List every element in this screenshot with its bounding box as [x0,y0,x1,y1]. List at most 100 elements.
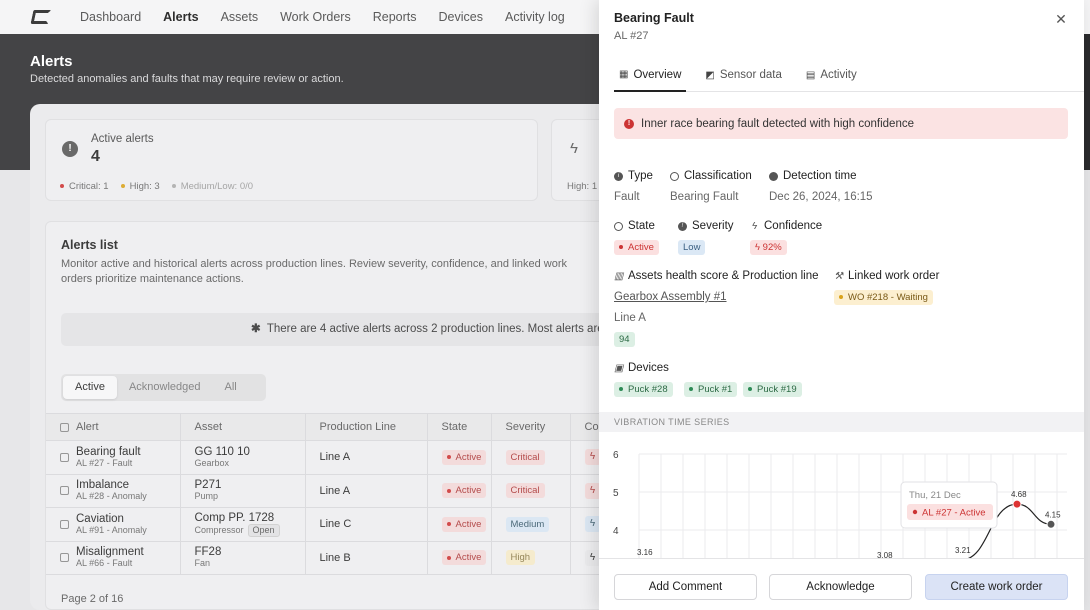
drawer-subtitle: AL #27 [614,30,649,42]
state-label: State [614,220,655,232]
nav-devices[interactable]: Devices [439,10,483,24]
pagination[interactable]: Page 2 of 16 [61,593,123,605]
col-production-line[interactable]: Production Line [304,413,427,441]
nav-alerts[interactable]: Alerts [163,10,198,24]
row-checkbox[interactable] [60,553,69,563]
classification-value: Bearing Fault [670,191,739,203]
classification-label: Classification [670,170,752,182]
filter-all[interactable]: All [213,376,249,399]
drawer-footer: Add Comment Acknowledge Create work orde… [599,558,1084,610]
type-label: i Type [614,170,653,182]
tooltip-alert: AL #27 - Active [922,508,986,519]
tooltip-dot [912,509,918,515]
device-chip[interactable]: Puck #28 [614,382,673,397]
alerts-table: Alert Asset Production Line State Severi… [46,413,604,575]
state-badge: Active [441,449,487,465]
drawer-title: Bearing Fault [614,11,694,25]
type-value: Fault [614,191,640,203]
page-title: Alerts [30,53,73,70]
data-label: 4.15 [1045,510,1061,519]
data-label: 3.16 [637,548,653,557]
asset-link[interactable]: Gearbox Assembly #1 [614,291,727,303]
health-line: Line A [614,312,646,324]
alert-icon: ! [678,221,687,231]
table-row[interactable]: Caviation AL #91 - Anomaly Comp PP. 1728 C… [46,507,604,542]
state-badge: Active [441,516,487,532]
device-chip[interactable]: Puck #19 [743,382,802,397]
alert-icon: ! [624,118,634,129]
bar-chart-icon: ▥ [614,270,624,282]
data-point [1046,519,1056,529]
confidence-badge: ϟ 92% [750,240,787,255]
state-badge: Active [441,483,487,499]
data-label: 3.21 [955,546,971,555]
data-label: 4.68 [1011,490,1027,499]
chart-section-title: VIBRATION TIME SERIES [599,412,1084,432]
y-tick-label: 5 [613,488,619,499]
list-icon: ▤ [805,69,816,81]
table-row[interactable]: Misalignment AL #66 - Fault FF28 Fan Line … [46,541,604,575]
acknowledge-button[interactable]: Acknowledge [769,574,912,600]
health-label: ▥ Assets health score & Production line [614,270,819,282]
severity-badge: Critical [505,483,545,499]
severity-badge: Critical [505,449,545,465]
data-point [1012,499,1022,509]
health-score-badge: 94 [614,332,635,347]
severity-badge: Medium [505,516,550,532]
severity-label: ! Severity [678,220,734,232]
nav-dashboard[interactable]: Dashboard [80,10,141,24]
alerts-list-description: Monitor active and historical alerts acr… [61,258,568,285]
alert-detail-drawer: Bearing Fault AL #27 ✕ ▦ Overview ◩ Sensor… [599,0,1084,610]
alert-icon: ! [62,141,78,157]
add-comment-button[interactable]: Add Comment [614,574,757,600]
chart-icon: ◩ [705,69,715,81]
active-alerts-card: ! Active alerts 4 Critical: 1 High: 3 Me… [45,119,538,201]
table-row[interactable]: Imbalance AL #28 - Anomaly P271 Pump Line … [46,474,604,508]
col-asset[interactable]: Asset [179,413,305,441]
tab-overview[interactable]: ▦ Overview [614,59,687,92]
col-severity[interactable]: Severity [490,413,570,441]
stat-breakdown: Critical: 1 High: 3 Medium/Low: 0/0 [60,181,253,192]
close-icon[interactable]: ✕ [1053,11,1069,27]
grid-icon: ▦ [619,69,629,80]
row-checkbox[interactable] [60,519,69,529]
tab-activity[interactable]: ▤ Activity [801,59,862,91]
vibration-chart-svg: 4 5 6 3.16 3.08 3.21 4.68 4.15 Thu, 21 Dec AL #27… [613,450,1067,558]
bolt-icon: ϟ [570,140,578,157]
summary-banner: ✱ There are 4 active alerts across 2 pro… [61,313,604,346]
nav-work-orders[interactable]: Work Orders [280,10,351,24]
bolt-icon: ϟ [751,220,758,232]
col-alert[interactable]: Alert [46,413,180,441]
col-state[interactable]: State [426,413,491,441]
nav-assets[interactable]: Assets [221,10,259,24]
create-work-order-button[interactable]: Create work order [925,574,1068,600]
tab-sensor-data[interactable]: ◩ Sensor data [700,59,786,91]
table-row[interactable]: Bearing fault AL #27 - Fault GG 110 10 Gea… [46,440,604,475]
device-chip[interactable]: Puck #1 [684,382,738,397]
tooltip-date: Thu, 21 Dec [909,490,961,501]
filter-active[interactable]: Active [63,376,117,399]
open-button[interactable]: Open [247,523,280,537]
alerts-list-title: Alerts list [61,238,118,252]
vibration-chart: 4 5 6 3.16 3.08 3.21 4.68 4.15 Thu, 21 Dec AL #27… [599,432,1084,558]
work-order-badge[interactable]: WO #218 - Waiting [834,290,933,305]
filter-acknowledged[interactable]: Acknowledged [117,376,213,399]
state-badge: Active [441,550,487,566]
info-icon: i [614,171,623,181]
detection-time-value: Dec 26, 2024, 16:15 [769,191,873,203]
confidence-label: ϟ Confidence [751,220,823,232]
severity-badge: High [505,550,536,566]
select-all-checkbox[interactable] [60,422,69,432]
nav-reports[interactable]: Reports [373,10,417,24]
state-badge: Active [614,240,659,255]
device-icon: ▣ [614,362,624,374]
work-order-label: ⚒ Linked work order [834,270,940,282]
y-tick-label: 6 [613,450,619,461]
alerts-list-panel: Alerts list Monitor active and historica… [45,221,605,610]
logo-icon[interactable] [30,10,52,24]
info-icon [670,171,679,181]
row-checkbox[interactable] [60,452,69,462]
row-checkbox[interactable] [60,486,69,496]
nav-activity-log[interactable]: Activity log [505,10,565,24]
asterisk-icon: ✱ [251,323,261,335]
